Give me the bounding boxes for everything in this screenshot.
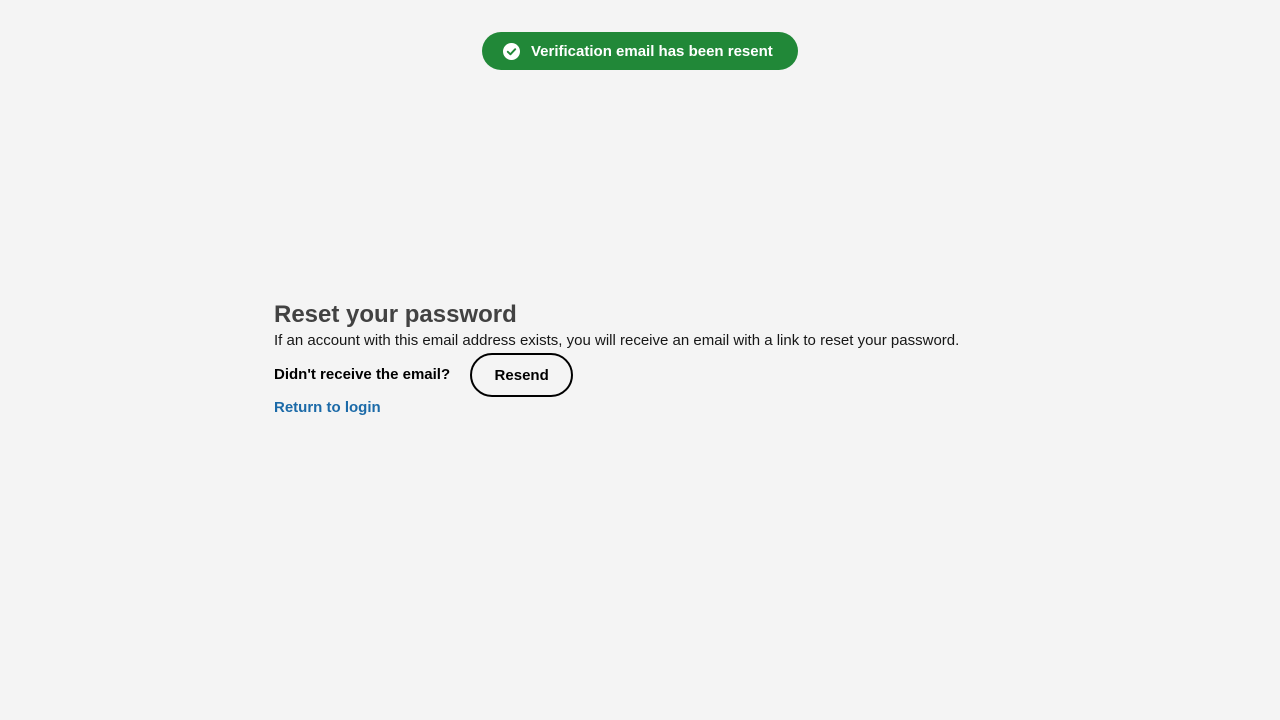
resend-row: Didn't receive the email? Resend: [274, 353, 1034, 397]
reset-password-panel: Reset your password If an account with t…: [274, 300, 1034, 419]
page-description: If an account with this email address ex…: [274, 332, 960, 349]
return-to-login-link[interactable]: Return to login: [274, 397, 381, 419]
success-toast: Verification email has been resent: [482, 32, 798, 70]
check-circle-icon: [502, 42, 520, 60]
toast-message: Verification email has been resent: [531, 42, 773, 60]
resend-button[interactable]: Resend: [470, 353, 574, 397]
page-title: Reset your password: [274, 301, 517, 328]
resend-prompt: Didn't receive the email?: [274, 365, 451, 383]
